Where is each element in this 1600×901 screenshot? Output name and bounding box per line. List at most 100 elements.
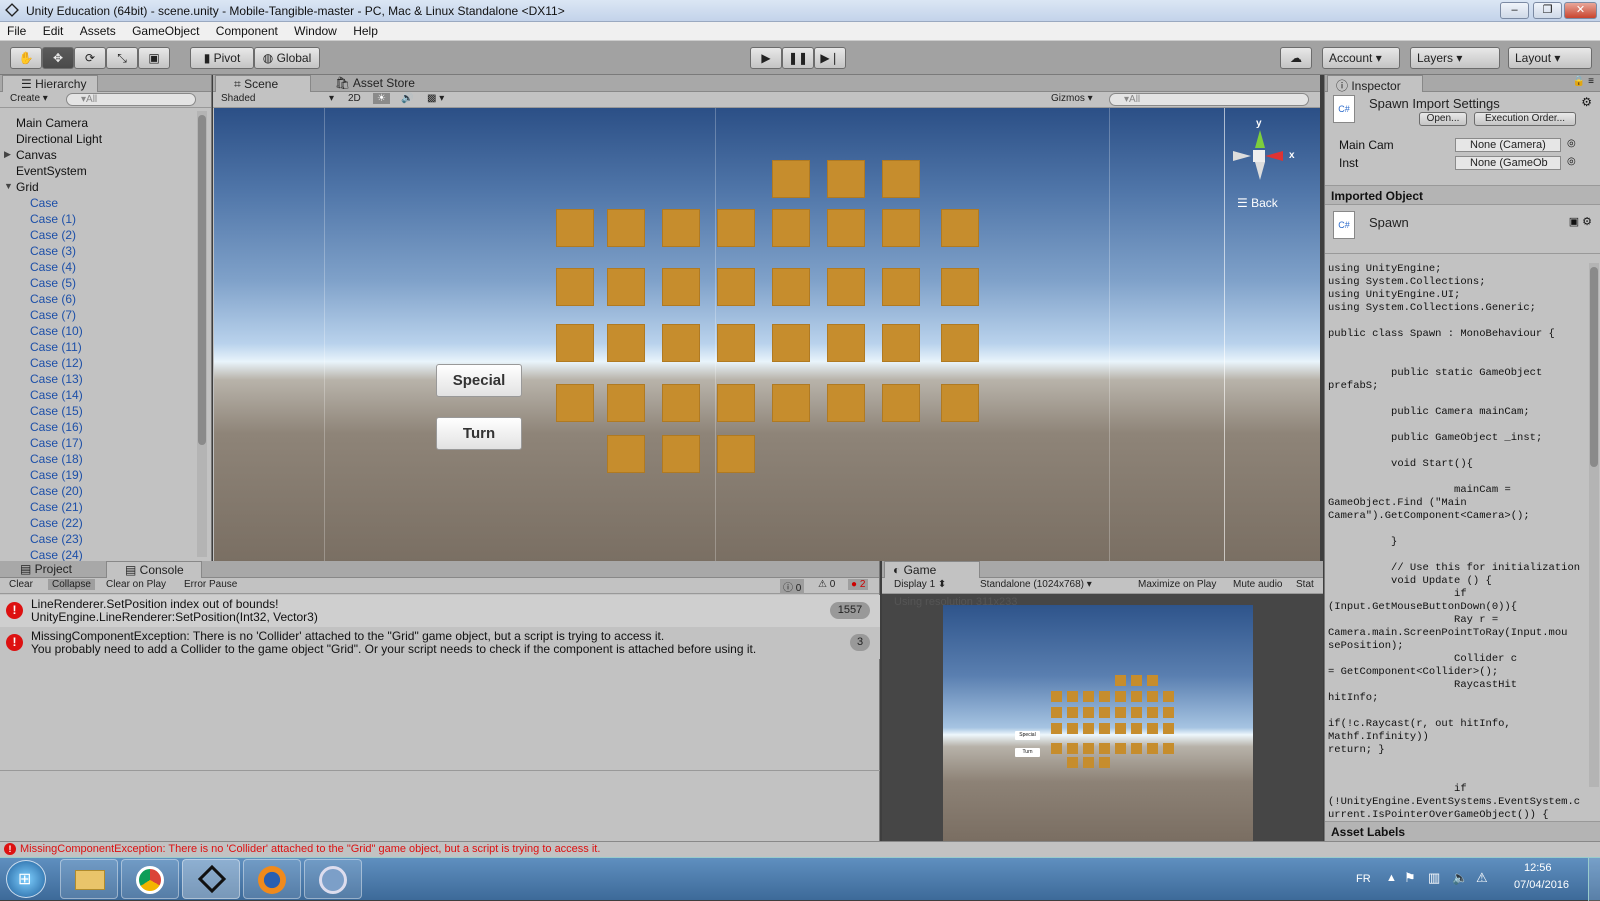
lock-icon[interactable]: 🔒 ≡ <box>1573 76 1594 87</box>
explorer-taskbar-icon[interactable] <box>60 859 118 899</box>
clear-on-play-toggle[interactable]: Clear on Play <box>106 579 166 590</box>
layers-dropdown[interactable]: Layers ▾ <box>1410 47 1500 69</box>
grid-tile[interactable] <box>662 324 700 362</box>
grid-tile[interactable] <box>882 384 920 422</box>
script-help-gear-icon[interactable]: ▣ ⚙ <box>1569 215 1592 228</box>
hierarchy-child-item[interactable]: Case (6) <box>30 291 76 307</box>
error-pause-toggle[interactable]: Error Pause <box>184 579 237 590</box>
main-cam-picker-icon[interactable]: ◎ <box>1567 138 1576 149</box>
app-taskbar-icon[interactable] <box>304 859 362 899</box>
menu-component[interactable]: Component <box>209 22 284 38</box>
resolution-dropdown[interactable]: Standalone (1024x768) ▾ <box>980 579 1092 590</box>
error-count-toggle[interactable]: ● 2 <box>848 579 869 590</box>
pause-button[interactable]: ❚❚ <box>782 47 814 69</box>
grid-tile[interactable] <box>772 268 810 306</box>
unity-taskbar-icon[interactable] <box>182 859 240 899</box>
create-dropdown[interactable]: Create ▾ <box>10 93 48 104</box>
gizmo-back-label[interactable]: ☰ Back <box>1237 196 1278 210</box>
hierarchy-child-item[interactable]: Case (1) <box>30 211 76 227</box>
rotate-tool-icon[interactable]: ⟳ <box>74 47 106 69</box>
game-special-button[interactable]: Special <box>1015 731 1040 740</box>
tab-project[interactable]: ▤ Project <box>2 561 80 578</box>
grid-tile[interactable] <box>827 268 865 306</box>
execution-order-button[interactable]: Execution Order... <box>1474 112 1576 126</box>
hierarchy-item[interactable]: Grid <box>16 179 39 195</box>
play-button[interactable]: ▶ <box>750 47 782 69</box>
hierarchy-scrollbar[interactable] <box>197 111 207 557</box>
close-button[interactable]: ✕ <box>1564 2 1597 19</box>
expand-closed-icon[interactable]: ▶ <box>4 149 11 160</box>
hierarchy-item[interactable]: Canvas <box>16 147 57 163</box>
gizmo-neg-x-arrow[interactable] <box>1233 151 1251 161</box>
grid-tile[interactable] <box>607 435 645 473</box>
hierarchy-child-item[interactable]: Case (2) <box>30 227 76 243</box>
menu-assets[interactable]: Assets <box>73 22 122 38</box>
hand-tool-icon[interactable]: ✋ <box>10 47 42 69</box>
tray-network-icon[interactable]: ▥ <box>1428 870 1440 886</box>
2d-toggle[interactable]: 2D <box>344 93 365 104</box>
hierarchy-child-item[interactable]: Case (10) <box>30 323 83 339</box>
firefox-taskbar-icon[interactable] <box>243 859 301 899</box>
grid-tile[interactable] <box>556 268 594 306</box>
grid-tile[interactable] <box>941 268 979 306</box>
hierarchy-child-item[interactable]: Case (7) <box>30 307 76 323</box>
expand-open-icon[interactable]: ▼ <box>4 181 13 191</box>
hierarchy-child-item[interactable]: Case (18) <box>30 451 83 467</box>
hierarchy-child-item[interactable]: Case (16) <box>30 419 83 435</box>
hierarchy-child-item[interactable]: Case (21) <box>30 499 83 515</box>
grid-tile[interactable] <box>717 324 755 362</box>
grid-tile[interactable] <box>607 384 645 422</box>
layout-dropdown[interactable]: Layout ▾ <box>1508 47 1592 69</box>
hierarchy-child-item[interactable]: Case (24) <box>30 547 83 561</box>
hierarchy-child-item[interactable]: Case (12) <box>30 355 83 371</box>
hierarchy-child-item[interactable]: Case (23) <box>30 531 83 547</box>
inst-object-field[interactable]: None (GameOb <box>1455 156 1561 170</box>
effects-toggle-icon[interactable]: ▩ ▾ <box>427 93 444 104</box>
hierarchy-child-item[interactable]: Case (22) <box>30 515 83 531</box>
grid-tile[interactable] <box>827 324 865 362</box>
grid-tile[interactable] <box>941 209 979 247</box>
mute-audio-toggle[interactable]: Mute audio <box>1233 579 1282 590</box>
hierarchy-child-item[interactable]: Case (20) <box>30 483 83 499</box>
grid-tile[interactable] <box>556 209 594 247</box>
grid-tile[interactable] <box>607 209 645 247</box>
grid-tile[interactable] <box>662 268 700 306</box>
scene-viewport[interactable]: Special Turn y x ☰ Back <box>214 108 1320 561</box>
hierarchy-child-item[interactable]: Case (15) <box>30 403 83 419</box>
inst-picker-icon[interactable]: ◎ <box>1567 156 1576 167</box>
grid-tile[interactable] <box>941 324 979 362</box>
language-indicator[interactable]: FR <box>1356 873 1371 885</box>
step-button[interactable]: ▶❘ <box>814 47 846 69</box>
gizmos-dropdown[interactable]: Gizmos ▾ <box>1051 93 1093 104</box>
grid-tile[interactable] <box>662 435 700 473</box>
grid-tile[interactable] <box>772 160 810 198</box>
grid-tile[interactable] <box>882 268 920 306</box>
hierarchy-item[interactable]: Main Camera <box>16 115 88 131</box>
grid-tile[interactable] <box>772 384 810 422</box>
tray-flag-icon[interactable]: ⚑ <box>1404 870 1416 886</box>
show-desktop-button[interactable] <box>1588 858 1600 901</box>
hierarchy-search-input[interactable]: ▾All <box>66 93 196 106</box>
grid-tile[interactable] <box>772 209 810 247</box>
tab-hierarchy[interactable]: ☰ Hierarchy <box>2 75 98 92</box>
grid-tile[interactable] <box>717 268 755 306</box>
maximize-button[interactable]: ❐ <box>1533 2 1562 19</box>
grid-tile[interactable] <box>882 209 920 247</box>
grid-tile[interactable] <box>827 160 865 198</box>
grid-tile[interactable] <box>827 209 865 247</box>
info-count-toggle[interactable]: ⓘ 0 <box>780 579 805 594</box>
console-entry[interactable]: ! LineRenderer.SetPosition index out of … <box>0 595 880 627</box>
menu-file[interactable]: File <box>0 22 32 38</box>
hierarchy-child-item[interactable]: Case (4) <box>30 259 76 275</box>
grid-tile[interactable] <box>717 384 755 422</box>
tray-alert-icon[interactable]: ⚠ <box>1476 870 1488 886</box>
grid-tile[interactable] <box>772 324 810 362</box>
grid-tile[interactable] <box>882 324 920 362</box>
tab-scene[interactable]: ⌗ Scene <box>215 75 311 92</box>
console-entry[interactable]: ! MissingComponentException: There is no… <box>0 627 880 659</box>
hierarchy-child-item[interactable]: Case (19) <box>30 467 83 483</box>
grid-tile[interactable] <box>662 384 700 422</box>
scale-tool-icon[interactable]: ⤡ <box>106 47 138 69</box>
grid-tile[interactable] <box>717 435 755 473</box>
tray-volume-icon[interactable]: 🔈 <box>1452 870 1468 886</box>
